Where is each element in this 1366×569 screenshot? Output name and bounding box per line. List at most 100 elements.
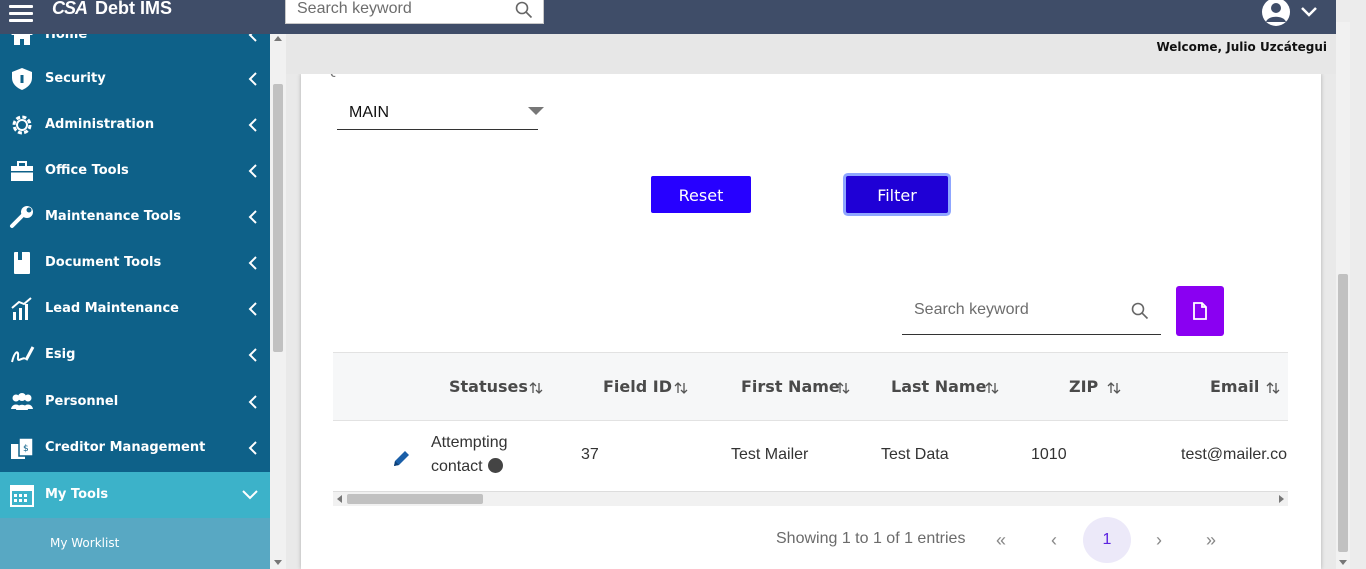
queue-select[interactable]: MAIN <box>337 96 544 130</box>
search-icon[interactable] <box>515 1 533 19</box>
column-header-email[interactable]: Email <box>1210 377 1259 396</box>
sidebar-item-label: Security <box>45 71 106 86</box>
sidebar-subitem-label: My Worklist <box>50 536 120 550</box>
sidebar-item-label: My Tools <box>45 487 109 502</box>
briefcase-icon <box>11 161 33 181</box>
sidebar: Home Security Administration Office Tool… <box>0 34 270 569</box>
column-header-field-id[interactable]: Field ID <box>603 377 672 396</box>
calendar-icon <box>10 485 34 507</box>
header-search <box>285 0 544 24</box>
sidebar-item-label: Maintenance Tools <box>45 209 181 224</box>
pencil-edit-icon[interactable] <box>392 449 411 468</box>
scrollbar-thumb[interactable] <box>347 494 483 504</box>
book-icon <box>14 252 30 274</box>
page-number-button[interactable]: 1 <box>1083 517 1131 563</box>
table-header: Statuses Field ID First Name Last Name Z… <box>333 352 1288 421</box>
sort-icon[interactable] <box>674 381 688 395</box>
scrollbar-thumb[interactable] <box>1338 274 1348 552</box>
document-icon <box>1193 302 1207 320</box>
welcome-text-overlay: Welcome, Julio Uzcátegui <box>1156 40 1327 54</box>
reset-button[interactable]: Reset <box>651 176 751 213</box>
wrench-icon <box>10 206 33 228</box>
sidebar-item-maintenance-tools[interactable]: Maintenance Tools <box>0 194 270 240</box>
sidebar-scrollbar[interactable] <box>270 34 286 569</box>
sort-icon[interactable] <box>1107 381 1121 395</box>
sidebar-item-lead-maintenance[interactable]: Lead Maintenance <box>0 286 270 332</box>
scroll-right-arrow-icon[interactable] <box>1279 495 1284 503</box>
sidebar-subitem-my-worklist[interactable]: My Worklist <box>0 518 270 569</box>
users-icon <box>11 393 33 410</box>
column-header-last-name[interactable]: Last Name <box>891 377 986 396</box>
chevron-left-icon <box>248 34 257 42</box>
scroll-left-arrow-icon[interactable] <box>337 495 342 503</box>
sidebar-item-label: Esig <box>45 347 76 362</box>
sidebar-item-label: Administration <box>45 117 155 132</box>
worklist-table: Statuses Field ID First Name Last Name Z… <box>333 352 1288 491</box>
chevron-left-icon <box>248 72 257 86</box>
bar-chart-icon <box>11 297 32 320</box>
sidebar-item-esig[interactable]: Esig <box>0 332 270 378</box>
pagination-summary: Showing 1 to 1 of 1 entries <box>776 530 966 547</box>
chevron-left-icon <box>248 395 257 409</box>
chevron-left-icon <box>248 348 257 362</box>
column-header-first-name[interactable]: First Name <box>741 377 840 396</box>
top-bar: CSA Debt IMS <box>0 0 1366 34</box>
sidebar-item-office-tools[interactable]: Office Tools <box>0 148 270 194</box>
scroll-down-arrow-icon[interactable] <box>1339 560 1347 565</box>
main-scrollbar[interactable] <box>1336 0 1366 569</box>
scrollbar-thumb[interactable] <box>273 84 283 352</box>
table-horizontal-scrollbar[interactable] <box>333 491 1288 506</box>
sort-icon[interactable] <box>529 381 543 395</box>
chevron-left-icon <box>248 302 257 316</box>
header-search-input[interactable] <box>286 0 496 23</box>
sidebar-item-label: Document Tools <box>45 255 162 270</box>
svg-text:$: $ <box>23 444 29 454</box>
cell-field-id: 37 <box>581 446 599 463</box>
cell-last-name: Test Data <box>881 446 949 463</box>
sidebar-item-creditor-management[interactable]: $ Creditor Management <box>0 425 270 471</box>
column-header-zip[interactable]: ZIP <box>1069 377 1098 396</box>
scroll-up-arrow-icon[interactable] <box>274 36 282 41</box>
invoice-icon: $ <box>11 437 34 459</box>
sidebar-item-home[interactable]: Home <box>0 34 270 58</box>
queue-select-value: MAIN <box>349 104 389 121</box>
company-logo: CSA <box>52 0 88 18</box>
app-title: Debt IMS <box>95 0 173 18</box>
status-dot-icon <box>487 458 503 473</box>
export-button[interactable] <box>1176 286 1224 336</box>
column-header-statuses[interactable]: Statuses <box>449 377 528 396</box>
signature-icon <box>11 346 35 363</box>
sidebar-item-my-tools[interactable]: My Tools <box>0 472 270 518</box>
filter-button[interactable]: Filter <box>846 176 948 213</box>
cell-status: contact <box>431 458 503 476</box>
gear-icon <box>12 115 32 135</box>
chevron-left-icon <box>248 210 257 224</box>
cell-status-line2: contact <box>431 458 483 475</box>
sidebar-item-document-tools[interactable]: Document Tools <box>0 240 270 286</box>
cell-status-line1: Attempting <box>431 434 508 451</box>
next-page-button[interactable]: › <box>1135 517 1183 563</box>
chevron-left-icon <box>248 164 257 178</box>
chevron-left-icon <box>248 256 257 270</box>
user-avatar-icon[interactable] <box>1262 0 1290 26</box>
welcome-bar-overlay: Welcome, Julio Uzcátegui <box>286 34 1336 74</box>
first-page-button[interactable]: « <box>977 517 1025 563</box>
sidebar-item-security[interactable]: Security <box>0 56 270 102</box>
chevron-down-icon[interactable] <box>1300 6 1318 18</box>
sort-icon[interactable] <box>836 381 850 395</box>
previous-page-button[interactable]: ‹ <box>1030 517 1078 563</box>
caret-down-icon <box>528 107 544 115</box>
sidebar-item-label: Office Tools <box>45 163 129 178</box>
sort-icon[interactable] <box>985 381 999 395</box>
table-search-input[interactable] <box>902 298 1122 322</box>
sidebar-item-administration[interactable]: Administration <box>0 102 270 148</box>
sort-icon[interactable] <box>1266 381 1280 395</box>
chevron-down-icon <box>242 490 258 500</box>
sidebar-item-personnel[interactable]: Personnel <box>0 379 270 425</box>
sidebar-item-label: Home <box>45 34 88 42</box>
hamburger-menu-icon[interactable] <box>9 2 33 22</box>
scroll-down-arrow-icon[interactable] <box>274 560 282 565</box>
sidebar-item-label: Lead Maintenance <box>45 301 179 316</box>
search-icon[interactable] <box>1131 302 1149 320</box>
last-page-button[interactable]: » <box>1187 517 1235 563</box>
